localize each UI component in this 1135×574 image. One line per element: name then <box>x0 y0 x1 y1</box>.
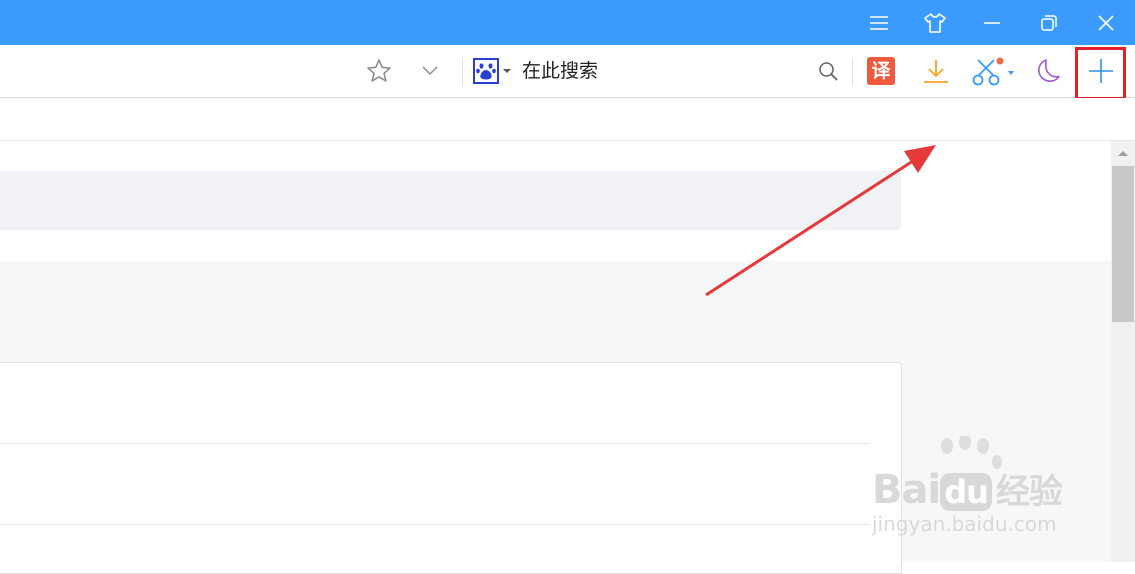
translate-icon: 译 <box>867 57 895 85</box>
baidu-paw-icon <box>472 58 499 84</box>
download-button[interactable] <box>917 45 955 97</box>
restore-icon <box>1041 14 1057 31</box>
toolbar-divider <box>462 58 463 86</box>
watermark-cn: 经验 <box>995 472 1063 512</box>
history-dropdown-button[interactable] <box>418 45 442 97</box>
chevron-down-icon <box>422 66 438 76</box>
card-divider <box>0 443 870 444</box>
night-mode-button[interactable] <box>1030 45 1066 97</box>
caret-down-icon <box>502 69 511 73</box>
menu-button[interactable] <box>851 0 907 45</box>
minimize-icon <box>984 21 1000 24</box>
scroll-up-arrow-icon[interactable] <box>1116 148 1130 158</box>
restore-button[interactable] <box>1021 0 1077 45</box>
content-card <box>0 362 902 574</box>
moon-icon <box>1037 59 1060 82</box>
toolbar: 在此搜索 译 <box>0 45 1135 98</box>
skin-button[interactable] <box>907 0 963 45</box>
highlight-box <box>1075 47 1126 100</box>
card-divider <box>0 524 870 525</box>
annotation-arrow <box>705 145 936 297</box>
search-engine-selector[interactable] <box>472 45 512 97</box>
translate-button[interactable]: 译 <box>862 45 900 97</box>
screenshot-button[interactable] <box>968 45 1020 97</box>
watermark-paw-icon <box>941 436 1002 469</box>
close-icon <box>1098 14 1114 31</box>
tshirt-icon <box>924 12 946 33</box>
scissors-icon <box>972 57 1014 86</box>
search-icon <box>819 62 838 81</box>
toolbar-divider <box>852 58 853 86</box>
watermark-url: jingyan.baidu.com <box>872 512 1057 536</box>
star-icon <box>367 59 391 82</box>
bookmark-button[interactable] <box>362 45 396 97</box>
search-button[interactable] <box>812 45 844 97</box>
title-bar <box>0 0 1135 45</box>
hamburger-icon <box>870 15 888 30</box>
search-input[interactable]: 在此搜索 <box>522 45 598 97</box>
watermark-du: du <box>940 473 992 511</box>
close-button[interactable] <box>1078 0 1134 45</box>
bookmark-bar <box>0 98 1135 141</box>
scrollbar-thumb[interactable] <box>1112 166 1134 322</box>
download-icon <box>924 60 948 83</box>
minimize-button[interactable] <box>964 0 1020 45</box>
